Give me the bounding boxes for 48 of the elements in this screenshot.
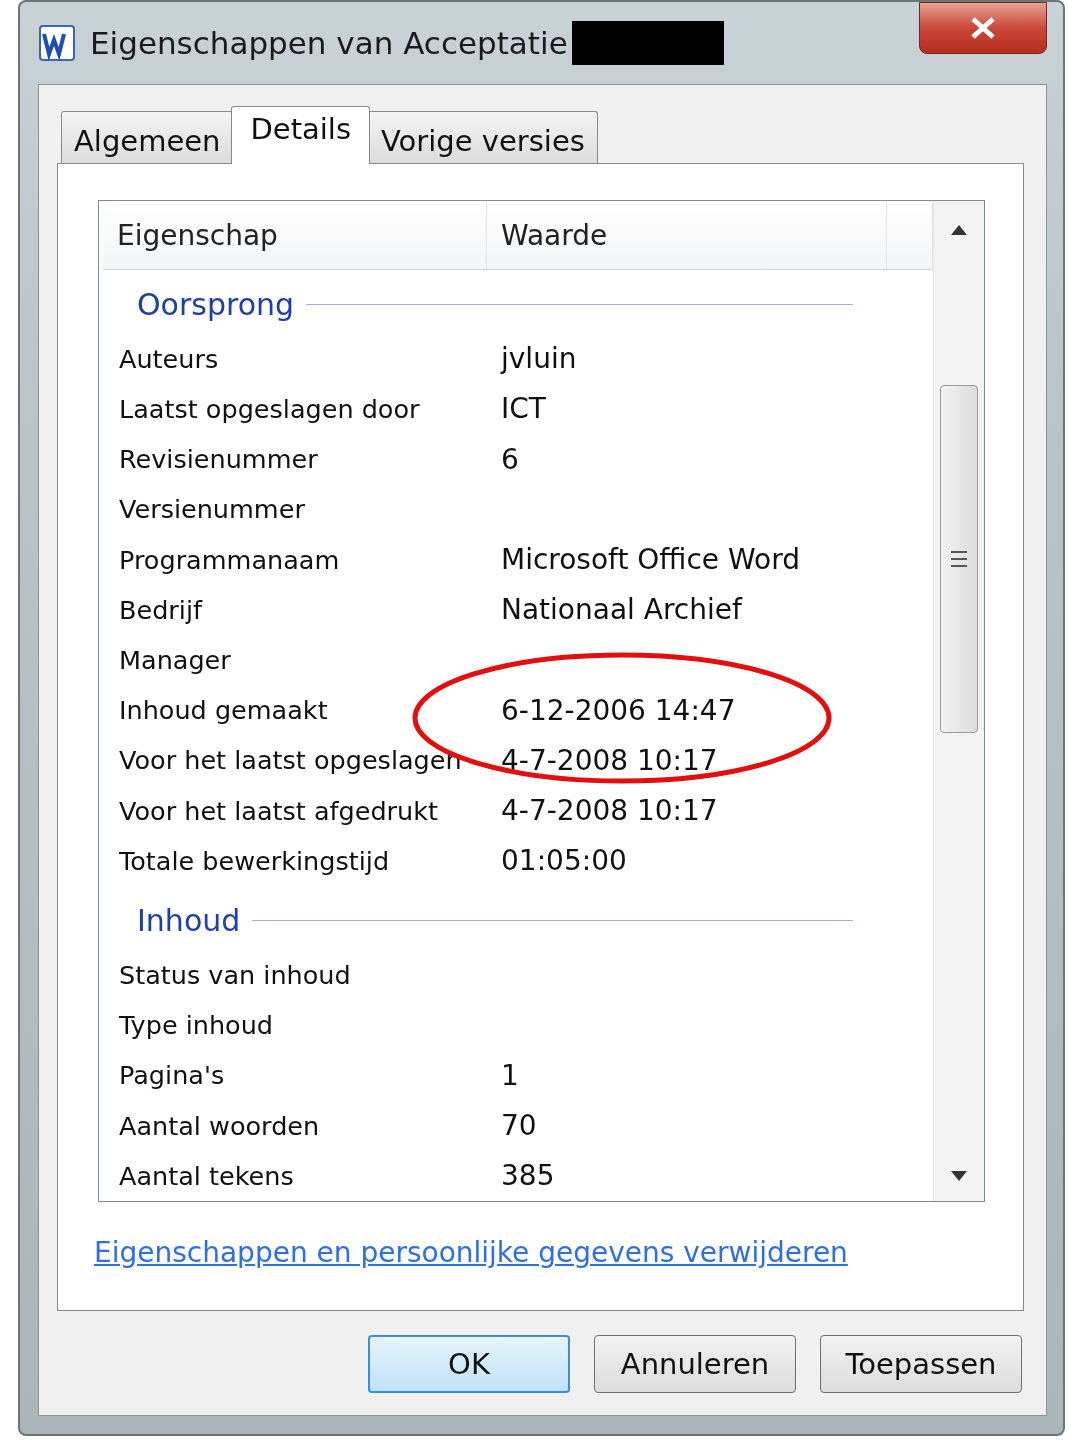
property-value: 6-12-2006 14:47 — [501, 693, 736, 727]
property-name: Type inhoud — [119, 1010, 275, 1041]
group-heading: Oorsprong — [137, 287, 295, 323]
remove-properties-link[interactable]: Eigenschappen en persoonlijke gegevens verwijderen — [94, 1236, 848, 1269]
property-value: Nationaal Archief — [501, 593, 742, 627]
down-arrow-icon — [951, 1171, 967, 1181]
property-value: ICT — [501, 392, 546, 426]
document-icon — [38, 24, 76, 62]
property-name: Totale bewerkingstijd — [119, 845, 391, 876]
window-title: Eigenschappen van Acceptatie — [90, 25, 568, 61]
property-name: Inhoud gemaakt — [119, 695, 329, 726]
dialog-button[interactable]: Toepassen — [820, 1335, 1022, 1393]
property-value: 4-7-2008 10:17 — [501, 743, 718, 777]
property-value: 385 — [501, 1159, 555, 1193]
property-name: Laatst opgeslagen door — [119, 393, 421, 424]
property-name: Versienummer — [119, 494, 306, 525]
scrollbar[interactable] — [933, 201, 984, 1201]
property-name: Manager — [119, 645, 232, 675]
property-value: 70 — [501, 1109, 537, 1143]
property-name: Programmanaam — [119, 544, 341, 575]
up-arrow-icon — [951, 225, 967, 235]
grip-icon — [951, 549, 967, 569]
property-name: Auteurs — [119, 343, 220, 374]
property-name: Bedrijf — [119, 594, 204, 625]
property-name: Revisienummer — [119, 444, 319, 475]
tab[interactable]: Vorige versies — [368, 111, 598, 163]
column-header[interactable]: Waarde — [501, 219, 608, 253]
column-header[interactable]: Eigenschap — [117, 219, 278, 253]
group-heading: Inhoud — [137, 903, 241, 939]
property-name: Status van inhoud — [119, 959, 352, 990]
property-value: 6 — [501, 442, 519, 476]
property-value: 1 — [501, 1058, 519, 1092]
close-button[interactable] — [919, 2, 1047, 54]
tab[interactable]: Algemeen — [61, 111, 234, 163]
property-name: Voor het laatst afgedrukt — [119, 795, 439, 826]
dialog-button[interactable]: OK — [368, 1335, 570, 1393]
dialog-button[interactable]: Annuleren — [594, 1335, 796, 1393]
property-name: Pagina's — [119, 1060, 226, 1091]
property-name: Aantal woorden — [119, 1110, 321, 1141]
close-icon — [970, 17, 996, 39]
tab[interactable]: Details — [231, 106, 370, 164]
property-value: Microsoft Office Word — [501, 543, 800, 577]
property-value: jvluin — [501, 342, 577, 376]
property-value: 01:05:00 — [501, 844, 627, 878]
property-name: Voor het laatst opgeslagen — [119, 745, 463, 776]
property-name: Aantal tekens — [119, 1160, 295, 1191]
property-value: 4-7-2008 10:17 — [501, 794, 718, 828]
scroll-thumb[interactable] — [940, 385, 978, 733]
